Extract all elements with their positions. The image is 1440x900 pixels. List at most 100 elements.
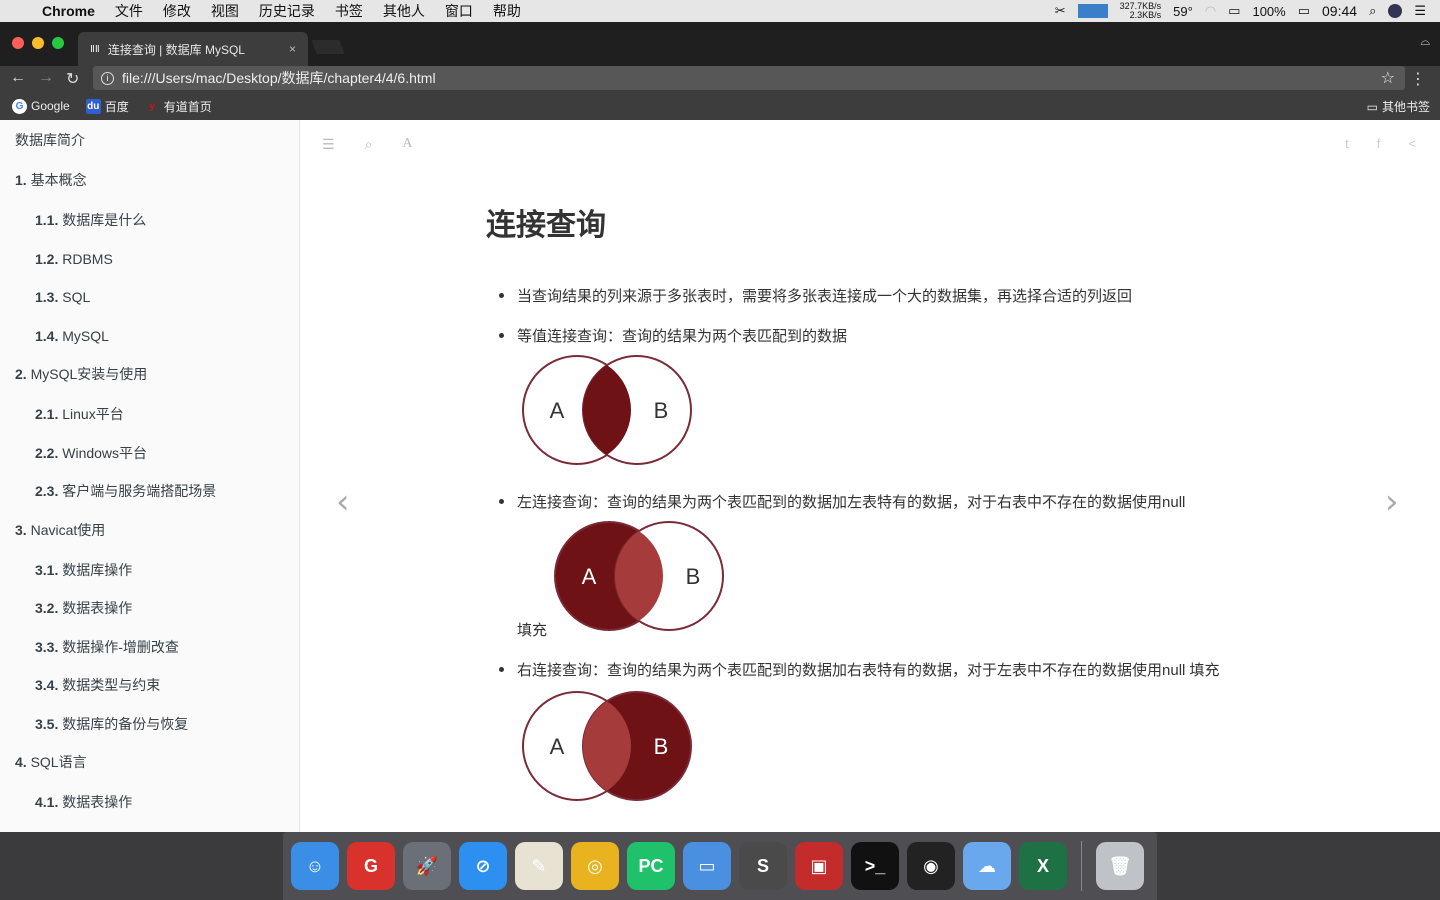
sidebar-item[interactable]: 1. 基本概念 (0, 169, 299, 209)
dock-git-icon[interactable]: G (347, 842, 395, 890)
dock-cloud-icon[interactable]: ☁ (963, 842, 1011, 890)
dock-preview-icon[interactable]: ✎ (515, 842, 563, 890)
scissors-icon[interactable]: ✂ (1055, 3, 1066, 19)
sidebar-item-number: 4.1. (35, 794, 59, 810)
sidebar-item[interactable]: 3. Navicat使用 (0, 519, 299, 559)
dock-trash-icon[interactable]: 🗑 (1096, 842, 1144, 890)
sidebar-item[interactable]: 1.3. SQL (0, 286, 299, 325)
sidebar-item[interactable]: 3.5. 数据库的备份与恢复 (0, 713, 299, 752)
dock-finder-icon[interactable]: ☺ (291, 842, 339, 890)
menu-bookmarks[interactable]: 书签 (335, 1, 363, 21)
network-speed[interactable]: 327.7KB/s 2.3KB/s (1120, 2, 1162, 20)
temperature[interactable]: 59° (1173, 4, 1193, 19)
sidebar-item-label: Windows平台 (62, 444, 148, 461)
sidebar-item[interactable]: 2.2. Windows平台 (0, 442, 299, 481)
sidebar-item[interactable]: 1.1. 数据库是什么 (0, 209, 299, 248)
menu-window[interactable]: 窗口 (445, 1, 473, 21)
list-item: 当查询结果的列来源于多张表时，需要将多张表连接成一个大的数据集，再选择合适的列返… (486, 284, 1266, 310)
dock-launchpad-icon[interactable]: 🚀 (403, 842, 451, 890)
share-icon[interactable]: < (1408, 136, 1416, 151)
label-a: A (550, 398, 565, 423)
airplay-icon[interactable]: ▭ (1228, 3, 1240, 19)
other-bookmarks[interactable]: ▭ 其他书签 (1367, 98, 1430, 115)
dock-pycharm-icon[interactable]: PC (627, 842, 675, 890)
siri-icon[interactable] (1388, 4, 1403, 18)
dock-chrome-icon[interactable]: ◎ (571, 842, 619, 890)
bookmark-youdao[interactable]: y 有道首页 (145, 98, 211, 115)
spotlight-icon[interactable]: ⌕ (1369, 3, 1376, 19)
url-text: file:///Users/mac/Desktop/数据库/chapter4/4… (122, 70, 436, 86)
sidebar-item[interactable]: 2.1. Linux平台 (0, 403, 299, 442)
menu-kebab-icon[interactable]: ⋮ (1410, 69, 1426, 89)
dock-separator (1081, 841, 1082, 891)
sidebar-item-label: 数据库的备份与恢复 (62, 715, 189, 732)
cpu-graph-icon[interactable] (1077, 4, 1108, 18)
sidebar-item[interactable]: 3.4. 数据类型与约束 (0, 674, 299, 713)
new-tab-button[interactable] (311, 40, 345, 54)
menu-view[interactable]: 视图 (211, 1, 239, 21)
item-text: 右连接查询：查询的结果为两个表匹配到的数据加右表特有的数据，对于左表中不存在的数… (517, 662, 1220, 679)
maximize-window-button[interactable] (52, 37, 64, 49)
tab-close-button[interactable]: × (289, 42, 296, 56)
incognito-icon[interactable]: ⌓ (1421, 34, 1431, 49)
font-settings-icon[interactable]: A (402, 136, 412, 153)
sidebar-item-number: 3.3. (35, 638, 59, 655)
dock-safari-icon[interactable]: ⊘ (459, 842, 507, 890)
address-bar[interactable]: i file:///Users/mac/Desktop/数据库/chapter4… (93, 66, 1405, 90)
sidebar-item-label: RDBMS (62, 250, 113, 267)
sidebar-item[interactable]: 4.1. 数据表操作 (0, 791, 299, 830)
dock-keynote-icon[interactable]: ▭ (683, 842, 731, 890)
dock-terminal-icon[interactable]: >_ (851, 842, 899, 890)
menu-history[interactable]: 历史记录 (259, 1, 315, 21)
sidebar-item[interactable]: 1.2. RDBMS (0, 248, 299, 287)
bookmark-label: 百度 (104, 99, 129, 114)
sidebar-item[interactable]: 3.2. 数据表操作 (0, 597, 299, 636)
battery-icon[interactable]: ▭ (1298, 3, 1310, 19)
twitter-icon[interactable]: t (1345, 136, 1349, 151)
facebook-icon[interactable]: f (1377, 136, 1381, 151)
menu-app[interactable]: Chrome (42, 3, 95, 19)
bookmark-baidu[interactable]: du 百度 (85, 98, 129, 115)
sidebar-item-number: 3.2. (35, 600, 59, 616)
bookmark-google[interactable]: G Google (12, 98, 70, 114)
menu-edit[interactable]: 修改 (163, 1, 191, 21)
tab-title: 连接查询 | 数据库 MySQL (107, 42, 245, 57)
sidebar-item[interactable]: 2.3. 客户端与服务端搭配场景 (0, 480, 299, 519)
reload-button[interactable]: ↻ (66, 69, 79, 89)
toggle-sidebar-icon[interactable]: ☰ (322, 136, 335, 153)
toolbar: ← → ↻ i file:///Users/mac/Desktop/数据库/ch… (0, 66, 1440, 92)
sidebar-toc: 数据库简介 1. 基本概念 1.1. 数据库是什么 1.2. RDBMS 1.3. SQ… (0, 120, 300, 832)
label-a: A (582, 564, 597, 589)
minimize-window-button[interactable] (32, 37, 44, 49)
notification-center-icon[interactable]: ☰ (1414, 3, 1426, 19)
dock-excel-icon[interactable]: X (1019, 842, 1067, 890)
bookmark-star-icon[interactable]: ☆ (1381, 68, 1395, 88)
clock[interactable]: 09:44 (1322, 3, 1357, 19)
forward-button[interactable]: → (38, 69, 54, 87)
sidebar-item[interactable]: 3.1. 数据库操作 (0, 559, 299, 598)
close-window-button[interactable] (12, 37, 24, 49)
menu-file[interactable]: 文件 (115, 1, 143, 21)
dock-sublime-icon[interactable]: S (739, 842, 787, 890)
dock-parallels-icon[interactable]: ▣ (795, 842, 843, 890)
venn-left-join: A B (553, 520, 1266, 632)
sidebar-item[interactable]: 3.3. 数据操作-增删改查 (0, 636, 299, 675)
search-icon[interactable]: ⌕ (365, 136, 373, 153)
sidebar-item[interactable]: 数据库简介 (0, 129, 299, 169)
sidebar-item[interactable]: 2. MySQL安装与使用 (0, 363, 299, 403)
tab-active[interactable]: ⅡⅡ 连接查询 | 数据库 MySQL × (78, 32, 308, 66)
sidebar-item[interactable]: 1.4. MySQL (0, 325, 299, 364)
battery-percent[interactable]: 100% (1252, 4, 1285, 19)
menu-help[interactable]: 帮助 (493, 1, 521, 21)
wifi-icon[interactable]: ◠ (1205, 3, 1216, 19)
book-toolbar: ☰ ⌕ A (322, 136, 413, 153)
sidebar-item[interactable]: 4. SQL语言 (0, 751, 299, 791)
sidebar-item-number: 3.1. (35, 561, 59, 578)
folder-icon: ▭ (1366, 99, 1378, 114)
dock-obs-icon[interactable]: ◉ (907, 842, 955, 890)
next-page-button[interactable]: › (1385, 482, 1399, 522)
menu-people[interactable]: 其他人 (383, 1, 425, 21)
info-icon[interactable]: i (101, 71, 114, 85)
back-button[interactable]: ← (10, 69, 26, 87)
prev-page-button[interactable]: ‹ (336, 482, 350, 522)
